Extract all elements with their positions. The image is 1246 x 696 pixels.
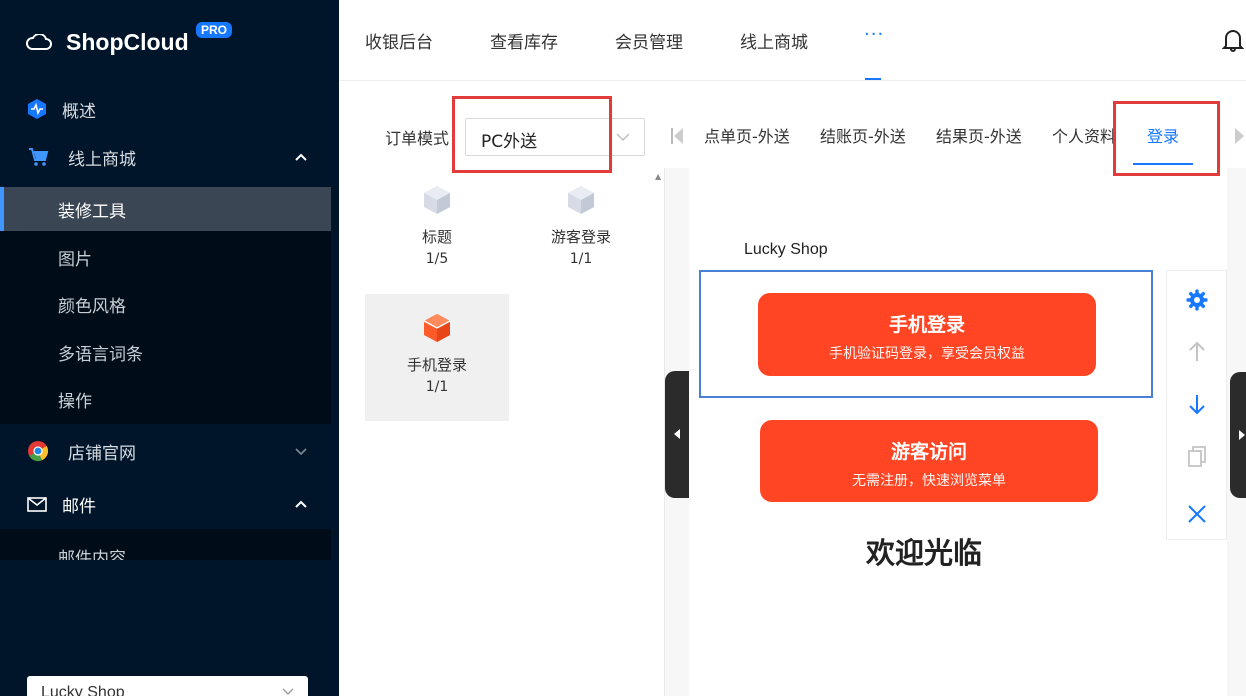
mail-icon — [27, 497, 47, 512]
sidebar-item-operations[interactable]: 操作 — [0, 377, 331, 421]
top-navbar: 收银后台 查看库存 会员管理 线上商城 ··· — [339, 0, 1246, 81]
nav-cashier[interactable]: 收银后台 — [365, 28, 433, 53]
phone-login-subtitle: 手机验证码登录，享受会员权益 — [829, 346, 1025, 362]
nav-more-underline — [865, 78, 881, 80]
component-phone-login-count: 1/1 — [425, 379, 449, 395]
welcome-text: 欢迎光临 — [866, 536, 983, 570]
sidebar: ShopCloud PRO 概述 线上商城 装修工具 图片 颜色风格 多语言词条… — [0, 0, 339, 696]
collapse-left-handle[interactable] — [665, 371, 689, 498]
chevron-up-icon[interactable] — [294, 150, 308, 164]
tab-profile[interactable]: 个人资料 — [1052, 123, 1116, 147]
phone-login-title: 手机登录 — [888, 314, 965, 336]
chevron-down-icon[interactable] — [294, 444, 308, 458]
shop-selector-value: Lucky Shop — [41, 684, 125, 696]
sidebar-item-images[interactable]: 图片 — [0, 235, 331, 279]
order-mode-label: 订单模式 — [385, 129, 450, 148]
sidebar-item-color-style[interactable]: 颜色风格 — [0, 282, 331, 326]
guest-visit-title: 游客访问 — [890, 441, 967, 463]
highlight-box-order-mode — [452, 96, 612, 173]
phone-login-button[interactable]: 手机登录 手机验证码登录，享受会员权益 — [758, 293, 1096, 376]
sidebar-item-decoration-tools[interactable]: 装修工具 — [0, 187, 331, 231]
arrow-down-icon[interactable] — [1185, 392, 1209, 416]
nav-more[interactable]: ··· — [864, 24, 884, 45]
copy-icon[interactable] — [1185, 444, 1209, 468]
nav-online-mall[interactable]: 线上商城 — [740, 28, 808, 53]
arrow-up-icon[interactable] — [1185, 340, 1209, 364]
sidebar-label-overview: 概述 — [62, 101, 96, 122]
component-guest-login-label: 游客登录 — [550, 228, 611, 246]
tabs-next-icon[interactable] — [1234, 127, 1246, 145]
chrome-icon — [28, 441, 49, 462]
sidebar-item-mail[interactable]: 邮件 — [0, 492, 339, 517]
sidebar-item-multilingual[interactable]: 多语言词条 — [0, 330, 331, 374]
sidebar-label-mail: 邮件 — [62, 496, 96, 517]
sidebar-label-online-mall: 线上商城 — [68, 149, 136, 170]
app-root: ShopCloud PRO 概述 线上商城 装修工具 图片 颜色风格 多语言词条… — [0, 0, 1246, 696]
brand: ShopCloud PRO — [26, 22, 233, 62]
preview-shop-name: Lucky Shop — [744, 241, 828, 258]
component-phone-login-label: 手机登录 — [406, 356, 467, 374]
gear-icon[interactable] — [1185, 288, 1209, 312]
chevron-down-icon — [282, 688, 294, 695]
tab-result-page[interactable]: 结果页-外送 — [936, 123, 1022, 147]
component-guest-login[interactable]: 游客登录 1/1 — [509, 168, 653, 295]
sidebar-item-online-mall[interactable]: 线上商城 — [0, 145, 339, 170]
tab-order-page[interactable]: 点单页-外送 — [704, 123, 790, 147]
cube-icon — [423, 314, 451, 342]
block-toolbar — [1166, 270, 1227, 540]
component-title-count: 1/5 — [425, 251, 449, 267]
pulse-icon — [28, 99, 46, 119]
component-phone-login[interactable]: 手机登录 1/1 — [365, 294, 509, 421]
guest-visit-subtitle: 无需注册，快速浏览菜单 — [852, 473, 1006, 489]
component-title-label: 标题 — [421, 228, 452, 246]
component-title[interactable]: 标题 1/5 — [365, 168, 509, 295]
chevron-up-icon[interactable] — [294, 497, 308, 511]
component-guest-login-count: 1/1 — [569, 251, 593, 267]
nav-members[interactable]: 会员管理 — [615, 28, 683, 53]
sidebar-item-store-site[interactable]: 店铺官网 — [0, 439, 339, 464]
guest-visit-button[interactable]: 游客访问 无需注册，快速浏览菜单 — [760, 420, 1098, 502]
sidebar-label-store-site: 店铺官网 — [68, 443, 136, 464]
chevron-down-icon — [616, 133, 630, 141]
highlight-box-login-tab — [1113, 101, 1220, 176]
pro-badge: PRO — [196, 22, 233, 38]
tab-checkout-page[interactable]: 结账页-外送 — [820, 123, 906, 147]
cube-icon — [424, 186, 450, 214]
brand-name: ShopCloud — [66, 28, 189, 55]
cart-icon — [29, 148, 49, 166]
scroll-up-arrow[interactable]: ▲ — [655, 172, 661, 181]
caret-left-icon — [674, 429, 680, 439]
sidebar-item-overview[interactable]: 概述 — [0, 97, 339, 122]
close-icon[interactable] — [1185, 502, 1209, 526]
cube-icon — [568, 186, 594, 214]
cloud-icon — [26, 34, 52, 50]
collapse-right-handle[interactable] — [1230, 372, 1246, 498]
sidebar-item-mail-content[interactable]: 邮件内容 — [58, 544, 126, 560]
caret-right-icon — [1239, 430, 1245, 440]
nav-inventory[interactable]: 查看库存 — [490, 28, 558, 53]
online-mall-submenu: 装修工具 图片 颜色风格 多语言词条 操作 — [0, 187, 331, 424]
bell-icon[interactable] — [1222, 28, 1244, 52]
shop-selector[interactable]: Lucky Shop — [27, 676, 308, 696]
mail-submenu: 邮件内容 — [0, 529, 331, 560]
tabs-prev-icon[interactable] — [670, 127, 684, 145]
